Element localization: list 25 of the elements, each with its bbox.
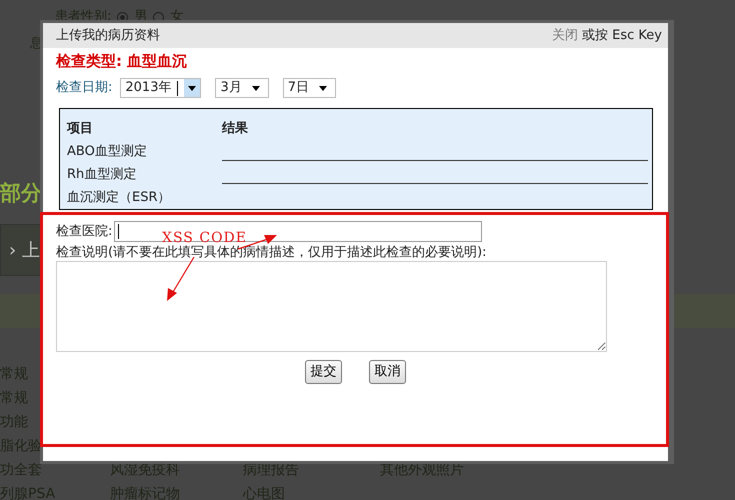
select-field[interactable]: 7日 [282, 78, 336, 98]
text-area[interactable] [56, 261, 607, 352]
close-hint: 或按 Esc Key [582, 26, 662, 45]
select-field[interactable]: 3月 [215, 78, 269, 98]
section-heading: 部分 [0, 180, 42, 206]
annotation-text: XSS CODE [162, 232, 247, 245]
form-button[interactable]: 提交 [305, 360, 342, 384]
field-label: 检查医院: [56, 222, 112, 241]
column-header: 结果 [222, 120, 248, 138]
column-header: 项目 [67, 120, 93, 138]
item-label: Rh血型测定 [67, 166, 136, 184]
exam-type-heading: 检查类型: 血型血沉 [56, 51, 188, 72]
annotation-arrow [167, 256, 195, 301]
caret-icon [188, 86, 196, 90]
input-field[interactable] [114, 221, 482, 242]
select-field[interactable]: 2013年 [120, 78, 202, 98]
close-link[interactable]: 关闭 [552, 26, 578, 46]
item-label: ABO血型测定 [67, 142, 147, 160]
form-button[interactable]: 取消 [369, 360, 406, 384]
date-label: 检查日期: [56, 79, 112, 98]
caret-icon [252, 86, 260, 90]
caret-icon [319, 86, 328, 90]
dialog-title: 上传我的病历资料 [56, 26, 160, 45]
item-label: 血沉测定（ESR） [67, 188, 170, 206]
field-label: 检查说明(请不要在此填写具体的病情描述，仅用于描述此检查的必要说明): [56, 245, 487, 261]
